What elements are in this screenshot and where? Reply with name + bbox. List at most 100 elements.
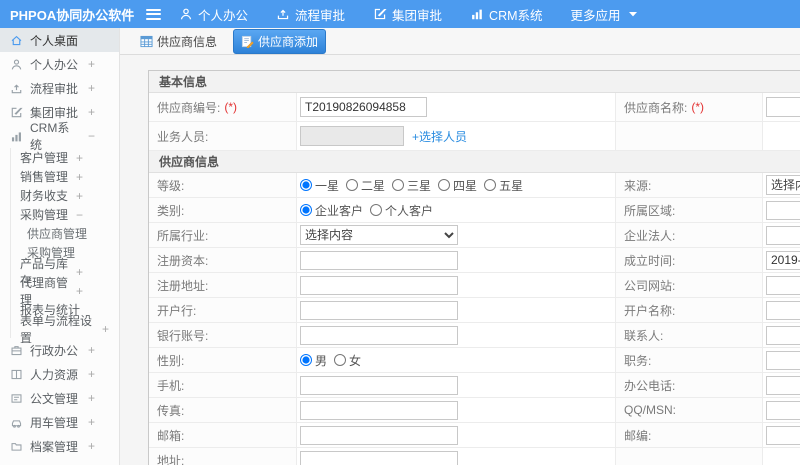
field-label-cell: 邮箱:	[149, 423, 297, 447]
expand-indicator: +	[87, 391, 95, 405]
founding-date-input[interactable]	[766, 250, 800, 270]
business-staff-input[interactable]	[300, 126, 404, 146]
sidebar-item-archive-mgmt[interactable]: 档案管理 +	[0, 434, 119, 458]
bank-branch-input[interactable]	[300, 300, 458, 320]
sidebar-item-agent-mgmt[interactable]: 代理商管理 +	[0, 276, 119, 307]
sidebar-item-document-mgmt[interactable]: 公文管理 +	[0, 386, 119, 410]
grade-radio[interactable]	[346, 179, 359, 191]
sidebar-item-personal-desktop[interactable]: 个人桌面	[0, 28, 119, 52]
field-label: 来源:	[624, 178, 652, 193]
sidebar-item-crm-system[interactable]: CRM系统 −	[0, 121, 119, 152]
sidebar-item-process-approval[interactable]: 流程审批 +	[0, 76, 119, 100]
gender-radio-option[interactable]: 女	[334, 352, 361, 369]
select-staff-link[interactable]: +选择人员	[412, 128, 467, 145]
account-name-input[interactable]	[766, 300, 800, 320]
grade-radio[interactable]	[484, 179, 497, 191]
field-label: 银行账号:	[157, 328, 209, 343]
supplier-code-input[interactable]	[300, 97, 427, 117]
field-value-cell	[297, 373, 616, 397]
form-section-0: 基本信息供应商编号:(*)供应商名称:(*)业务人员:+选择人员	[149, 71, 800, 151]
sidebar-item-admin-office[interactable]: 行政办公 +	[0, 338, 119, 362]
grade-radio-option[interactable]: 四星	[438, 177, 477, 194]
form-row: 性别: 男女职务:	[149, 348, 800, 373]
sidebar-item-human-resources[interactable]: 人力资源 +	[0, 362, 119, 386]
expand-indicator: +	[87, 343, 95, 357]
gender-radio[interactable]	[334, 354, 347, 366]
chart-icon	[470, 7, 484, 21]
grade-radio-option[interactable]: 五星	[484, 177, 523, 194]
gender-radio[interactable]	[300, 354, 312, 366]
nav-item-more-apps[interactable]: 更多应用	[571, 5, 637, 24]
bank-account-input[interactable]	[300, 325, 458, 345]
gender-radio-option[interactable]: 男	[300, 352, 327, 369]
sidebar-item-supplier-mgmt[interactable]: 供应商管理	[0, 224, 119, 243]
field-label-cell: 邮编:	[616, 423, 763, 447]
position-input[interactable]	[766, 350, 800, 370]
category-radio-option[interactable]: 个人客户	[370, 202, 433, 219]
field-label: 所属区域:	[624, 203, 676, 218]
mobile-input[interactable]	[300, 375, 458, 395]
postcode-input[interactable]	[766, 425, 800, 445]
nav-item-group-approval[interactable]: 集团审批	[373, 5, 442, 24]
expand-indicator: +	[87, 81, 95, 95]
expand-indicator: +	[87, 57, 95, 71]
registered-capital-input[interactable]	[300, 250, 458, 270]
nav-item-crm-system[interactable]: CRM系统	[470, 5, 543, 24]
nav-item-label: CRM系统	[489, 8, 543, 23]
expand-indicator: +	[75, 150, 83, 165]
tab-supplier-add[interactable]: 供应商添加	[233, 28, 327, 54]
contact-person-input[interactable]	[766, 325, 800, 345]
address-input[interactable]	[300, 450, 458, 465]
qq-msn-input[interactable]	[766, 400, 800, 420]
radio-label: 三星	[407, 178, 432, 193]
nav-item-process-approval[interactable]: 流程审批	[276, 5, 345, 24]
source-select[interactable]: 选择内容	[766, 175, 800, 195]
required-marker: (*)	[224, 100, 238, 114]
grade-radio[interactable]	[392, 179, 405, 191]
category-radio[interactable]	[300, 204, 312, 216]
sidebar-item-form-process-settings[interactable]: 表单与流程设置 +	[0, 314, 119, 345]
sidebar-item-purchase-mgmt[interactable]: 采购管理 −	[0, 205, 119, 224]
grade-radio-option[interactable]: 三星	[392, 177, 431, 194]
fax-input[interactable]	[300, 400, 458, 420]
field-label: 地址:	[157, 453, 185, 465]
sidebar-item-partial-item[interactable]	[0, 458, 119, 465]
field-label-cell: 性别:	[149, 348, 297, 372]
sidebar-item-personal-office[interactable]: 个人办公 +	[0, 52, 119, 76]
add-edit-icon	[241, 35, 254, 48]
sidebar-item-label: 行政办公	[30, 343, 79, 358]
form-row: 银行账号: 联系人:	[149, 323, 800, 348]
registered-address-input[interactable]	[300, 275, 458, 295]
category-radio[interactable]	[370, 204, 383, 216]
approval-icon	[276, 7, 290, 21]
office-phone-input[interactable]	[766, 375, 800, 395]
category-radio-option[interactable]: 企业客户	[300, 202, 363, 219]
nav-item-personal-office[interactable]: 个人办公	[179, 5, 248, 24]
sidebar-item-customer-mgmt[interactable]: 客户管理 +	[0, 148, 119, 167]
sidebar-item-sales-mgmt[interactable]: 销售管理 +	[0, 167, 119, 186]
menu-toggle-icon[interactable]	[146, 8, 161, 20]
grade-radio[interactable]	[300, 179, 312, 191]
field-value-cell	[297, 423, 616, 447]
field-label-cell: 成立时间:	[616, 248, 763, 272]
grade-radio-option[interactable]: 一星	[300, 177, 339, 194]
field-value-cell	[763, 122, 800, 150]
supplier-name-input[interactable]	[766, 97, 800, 117]
radio-label: 男	[315, 353, 328, 368]
sidebar-item-vehicle-mgmt[interactable]: 用车管理 +	[0, 410, 119, 434]
email-input[interactable]	[300, 425, 458, 445]
sidebar-item-finance[interactable]: 财务收支 +	[0, 186, 119, 205]
radio-label: 二星	[361, 178, 386, 193]
tab-supplier-info[interactable]: 供应商信息	[133, 30, 224, 53]
radio-label: 女	[349, 353, 362, 368]
form-row: 业务人员: +选择人员	[149, 122, 800, 151]
grade-radio-option[interactable]: 二星	[346, 177, 385, 194]
sidebar-item-label: 采购管理	[20, 208, 69, 222]
industry-select[interactable]: 选择内容	[300, 225, 458, 245]
company-website-input[interactable]	[766, 275, 800, 295]
grade-radio[interactable]	[438, 179, 451, 191]
region-input[interactable]	[766, 200, 800, 220]
sidebar-item-label: 销售管理	[20, 170, 69, 184]
legal-person-input[interactable]	[766, 225, 800, 245]
radio-label: 一星	[315, 178, 340, 193]
